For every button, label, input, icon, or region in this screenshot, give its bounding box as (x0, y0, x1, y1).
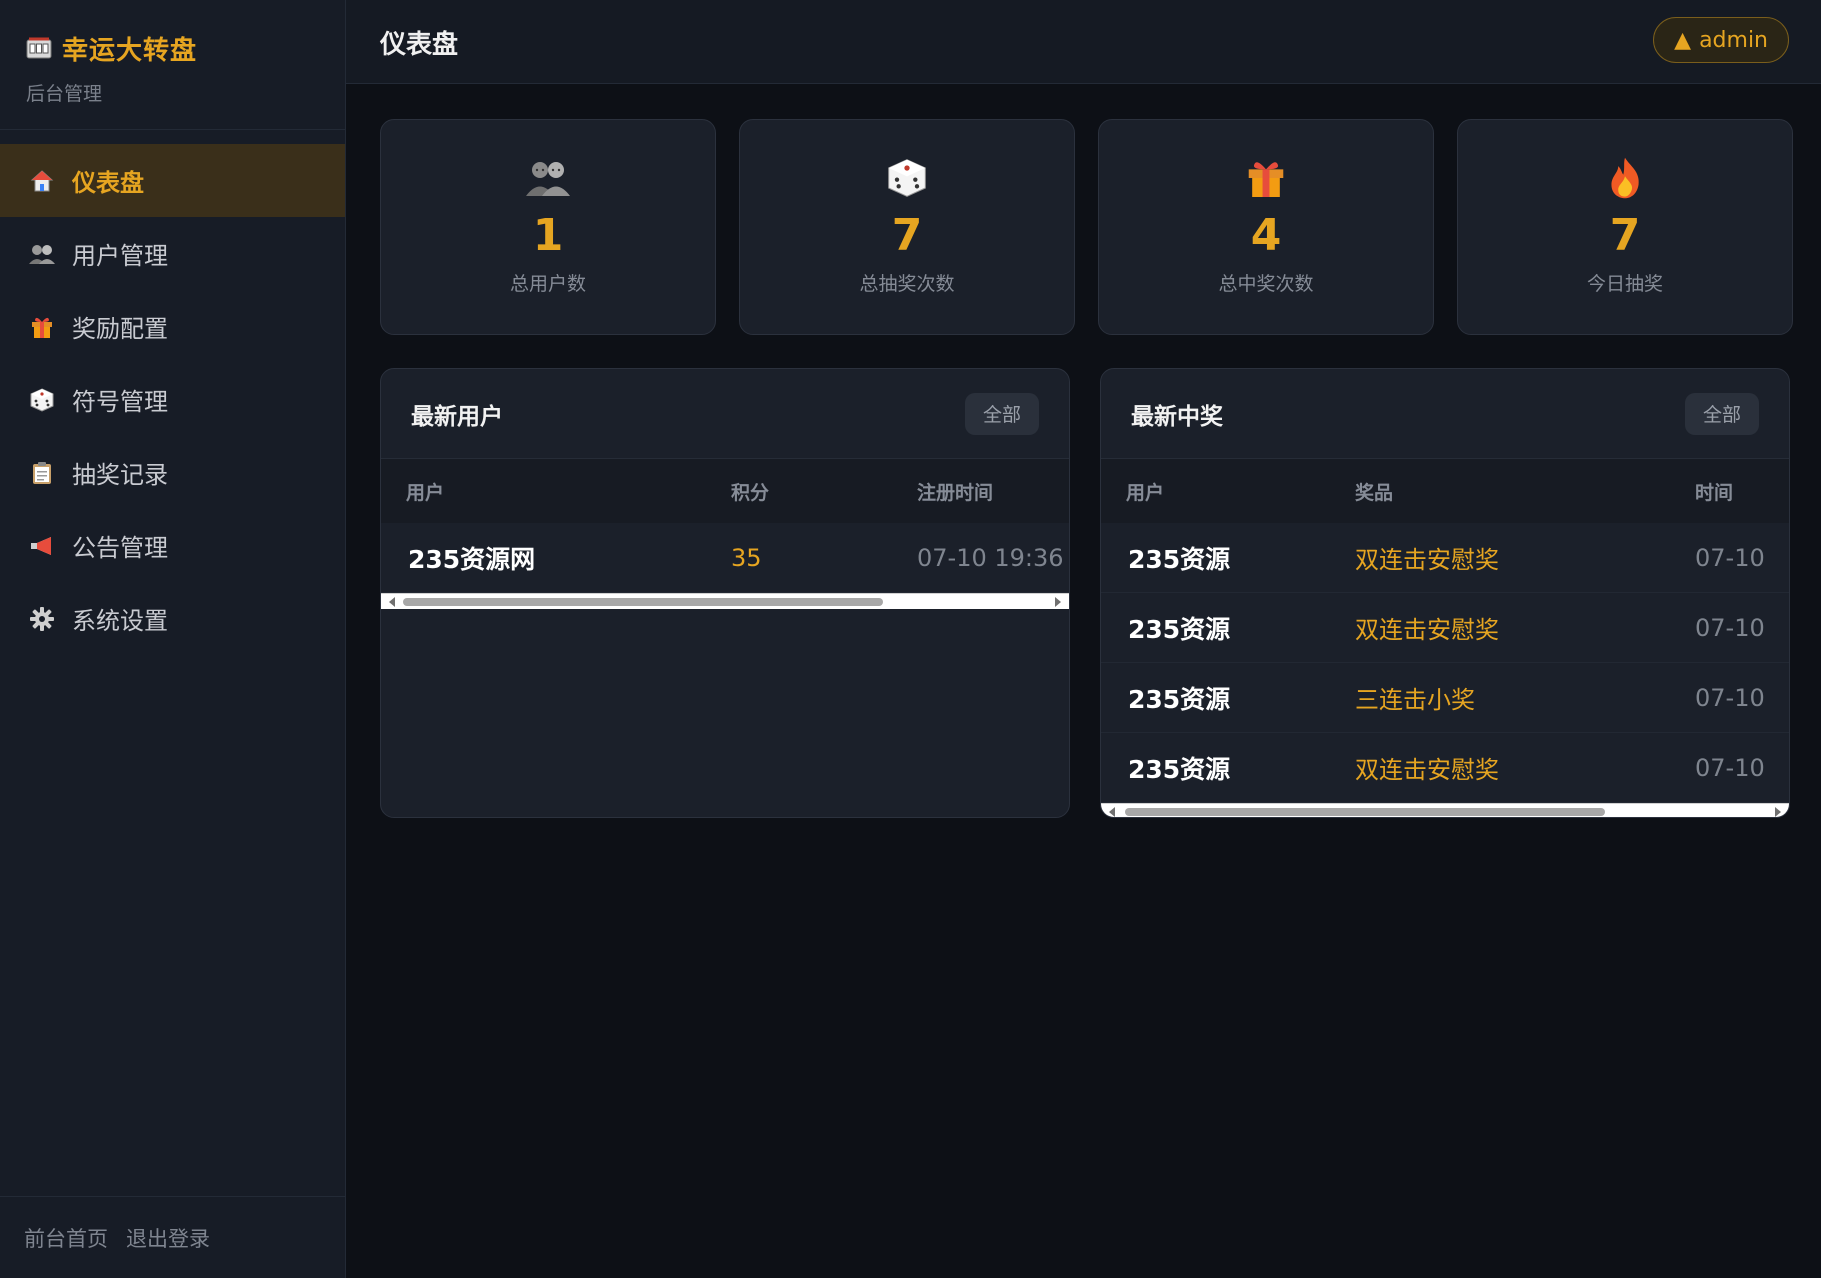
horizontal-scrollbar[interactable] (381, 593, 1069, 609)
panel-header: 最新中奖 全部 (1101, 369, 1789, 459)
stat-value: 4 (1250, 210, 1282, 261)
column-header-time: 时间 (1695, 481, 1734, 504)
sidebar-item-label: 系统设置 (72, 607, 168, 635)
prize-cell: 三连击小奖 (1355, 686, 1475, 714)
user-badge[interactable]: ▲ admin (1653, 17, 1789, 63)
horizontal-scrollbar[interactable] (1101, 803, 1789, 817)
stat-value: 1 (532, 210, 564, 261)
sidebar-item-rewards[interactable]: 奖励配置 (0, 290, 345, 363)
users-icon (28, 240, 56, 268)
scroll-thumb[interactable] (1125, 808, 1605, 816)
stat-label: 今日抽奖 (1586, 272, 1663, 295)
user-triangle-icon: ▲ (1674, 27, 1692, 53)
time-cell: 07-10 (1695, 543, 1765, 572)
scroll-left-icon[interactable] (1109, 807, 1115, 817)
table-row: 235资源 双连击安慰奖 07-10 (1101, 733, 1789, 803)
stat-card-total-wins: 4 总中奖次数 (1098, 119, 1434, 335)
stats-row: 1 总用户数 7 总抽奖次数 4 总中奖次数 7 今日抽奖 (380, 119, 1793, 335)
table-row: 235资源 双连击安慰奖 07-10 (1101, 523, 1789, 593)
sidebar-nav: 仪表盘 用户管理 奖励配置 符号管理 抽奖记录 公告管理 系统设置 (0, 144, 345, 655)
table-row: 235资源网 35 07-10 19:36 (381, 523, 1069, 593)
panel-title: 最新中奖 (1131, 403, 1223, 430)
gift-icon (1244, 156, 1288, 200)
topbar: 仪表盘 ▲ admin (346, 0, 1821, 84)
latest-wins-panel: 最新中奖 全部 用户 奖品 时间 235资源 双连击安慰奖 07-10 235资… (1100, 368, 1790, 818)
stat-value: 7 (1609, 210, 1641, 261)
logout-link[interactable]: 退出登录 (126, 1223, 210, 1253)
stat-label: 总抽奖次数 (859, 272, 955, 295)
page-title: 仪表盘 (380, 30, 459, 60)
user-cell: 235资源网 (408, 544, 536, 574)
house-icon (28, 167, 56, 195)
sidebar-item-settings[interactable]: 系统设置 (0, 582, 345, 655)
stat-label: 总中奖次数 (1218, 272, 1314, 295)
column-header-user: 用户 (1126, 481, 1165, 504)
time-cell: 07-10 19:36 (917, 543, 1064, 572)
dice-icon (885, 156, 929, 200)
view-all-users-button[interactable]: 全部 (964, 392, 1039, 435)
sidebar-item-label: 用户管理 (72, 242, 168, 270)
user-name: admin (1699, 27, 1768, 53)
brand-title: 幸运大转盘 (62, 36, 198, 66)
view-all-wins-button[interactable]: 全部 (1684, 392, 1759, 435)
column-header-prize: 奖品 (1355, 481, 1394, 504)
table-row: 235资源 三连击小奖 07-10 (1101, 663, 1789, 733)
sidebar-item-symbols[interactable]: 符号管理 (0, 363, 345, 436)
stat-label: 总用户数 (509, 272, 586, 295)
user-cell: 235资源 (1128, 754, 1231, 784)
frontend-home-link[interactable]: 前台首页 (24, 1223, 108, 1253)
prize-cell: 双连击安慰奖 (1355, 546, 1499, 574)
scroll-left-icon[interactable] (389, 597, 395, 607)
sidebar-item-label: 符号管理 (72, 388, 168, 416)
prize-cell: 双连击安慰奖 (1355, 616, 1499, 644)
time-cell: 07-10 (1695, 683, 1765, 712)
clipboard-icon (28, 459, 56, 487)
panel-header: 最新用户 全部 (381, 369, 1069, 459)
gift-icon (28, 313, 56, 341)
sidebar-item-draw-records[interactable]: 抽奖记录 (0, 436, 345, 509)
fire-icon (1603, 156, 1647, 200)
prize-cell: 双连击安慰奖 (1355, 756, 1499, 784)
wins-table: 用户 奖品 时间 235资源 双连击安慰奖 07-10 235资源 双连击安慰奖… (1101, 459, 1789, 817)
time-cell: 07-10 (1695, 613, 1765, 642)
points-cell: 35 (731, 543, 762, 572)
brand-subtitle: 后台管理 (26, 83, 103, 105)
sidebar-item-label: 抽奖记录 (72, 461, 168, 489)
table-row: 235资源 双连击安慰奖 07-10 (1101, 593, 1789, 663)
user-cell: 235资源 (1128, 544, 1231, 574)
scroll-thumb[interactable] (403, 598, 883, 606)
column-header-user: 用户 (406, 481, 445, 504)
table-header: 用户 奖品 时间 (1101, 459, 1789, 523)
sidebar-item-label: 奖励配置 (72, 315, 168, 343)
stat-card-total-users: 1 总用户数 (380, 119, 716, 335)
latest-users-panel: 最新用户 全部 用户 积分 注册时间 235资源网 35 07-10 19:36 (380, 368, 1070, 818)
user-cell: 235资源 (1128, 614, 1231, 644)
users-icon (526, 156, 570, 200)
sidebar-item-announcements[interactable]: 公告管理 (0, 509, 345, 582)
slot-machine-icon (26, 37, 52, 61)
stat-card-today-draws: 7 今日抽奖 (1457, 119, 1793, 335)
scroll-right-icon[interactable] (1775, 807, 1781, 817)
users-table: 用户 积分 注册时间 235资源网 35 07-10 19:36 (381, 459, 1069, 609)
time-cell: 07-10 (1695, 753, 1765, 782)
sidebar-footer: 前台首页 退出登录 (0, 1196, 345, 1278)
sidebar-item-label: 仪表盘 (72, 169, 144, 197)
stat-value: 7 (891, 210, 923, 261)
brand: 幸运大转盘 后台管理 (0, 0, 345, 130)
scroll-right-icon[interactable] (1055, 597, 1061, 607)
sidebar: 幸运大转盘 后台管理 仪表盘 用户管理 奖励配置 符号管理 抽奖记录 公告管理 … (0, 0, 346, 1278)
panel-title: 最新用户 (411, 403, 503, 430)
stat-card-total-draws: 7 总抽奖次数 (739, 119, 1075, 335)
sidebar-item-dashboard[interactable]: 仪表盘 (0, 144, 345, 217)
table-header: 用户 积分 注册时间 (381, 459, 1069, 523)
sidebar-item-users[interactable]: 用户管理 (0, 217, 345, 290)
megaphone-icon (28, 532, 56, 560)
column-header-points: 积分 (731, 481, 770, 504)
column-header-register-time: 注册时间 (917, 481, 994, 504)
gear-icon (28, 605, 56, 633)
dice-icon (28, 386, 56, 414)
sidebar-item-label: 公告管理 (72, 534, 168, 562)
user-cell: 235资源 (1128, 684, 1231, 714)
